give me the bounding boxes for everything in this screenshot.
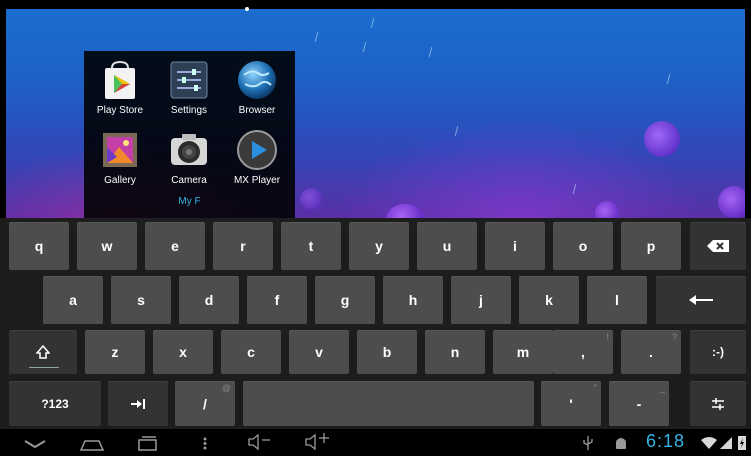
key-l[interactable]: l [587, 276, 647, 324]
key-e[interactable]: e [145, 222, 205, 270]
key-label: ' [569, 395, 573, 412]
key-g[interactable]: g [315, 276, 375, 324]
hide-keyboard-icon[interactable] [24, 439, 46, 449]
app-mx-player[interactable]: MX Player [227, 129, 287, 186]
key-b[interactable]: b [357, 330, 417, 374]
mx-player-icon [236, 129, 278, 171]
app-label: Browser [238, 105, 276, 116]
wallpaper-bubble [386, 204, 424, 218]
key-o[interactable]: o [553, 222, 613, 270]
tab-key[interactable] [108, 381, 168, 426]
home-icon[interactable] [79, 436, 105, 451]
keyboard-settings-key[interactable] [690, 381, 746, 426]
key-label: - [636, 395, 642, 412]
key-label: / [203, 395, 207, 412]
battery-charging-icon [738, 436, 746, 450]
play-store-icon [99, 59, 141, 101]
shift-icon [36, 345, 50, 359]
key-d[interactable]: d [179, 276, 239, 324]
key-comma[interactable]: , ! [553, 330, 613, 374]
page-indicator-dot [245, 7, 249, 11]
volume-down-icon[interactable] [248, 434, 272, 450]
settings-icon [168, 59, 210, 101]
key-hint: _ [659, 383, 665, 393]
key-label: . [649, 344, 653, 360]
key-q[interactable]: q [9, 222, 69, 270]
app-gallery[interactable]: Gallery [90, 129, 150, 186]
wifi-icon [701, 437, 717, 449]
key-hint: @ [221, 383, 231, 393]
tab-icon [131, 398, 145, 409]
key-r[interactable]: r [213, 222, 273, 270]
backspace-key[interactable] [690, 222, 746, 270]
key-c[interactable]: c [221, 330, 281, 374]
app-label: Gallery [104, 175, 136, 186]
app-label: Play Store [96, 105, 144, 116]
key-t[interactable]: t [281, 222, 341, 270]
key-j[interactable]: j [451, 276, 511, 324]
app-play-store[interactable]: Play Store [90, 59, 150, 116]
key-dash[interactable]: - _ [609, 381, 669, 426]
app-browser[interactable]: Browser [227, 59, 287, 116]
enter-key[interactable] [656, 276, 746, 324]
volume-up-icon[interactable] [305, 432, 333, 450]
app-settings[interactable]: Settings [159, 59, 219, 116]
key-slash[interactable]: / @ [175, 381, 235, 426]
wallpaper-bubble [595, 201, 619, 218]
keyboard-settings-icon [712, 397, 724, 410]
key-hint: " [593, 383, 597, 393]
wallpaper-bubble [644, 121, 680, 157]
app-label: Camera [171, 175, 207, 186]
key-s[interactable]: s [111, 276, 171, 324]
key-f[interactable]: f [247, 276, 307, 324]
key-label: , [581, 344, 585, 360]
key-u[interactable]: u [417, 222, 477, 270]
android-debug-icon [616, 438, 626, 449]
key-apostrophe[interactable]: ' " [541, 381, 601, 426]
key-period[interactable]: . ? [621, 330, 681, 374]
key-k[interactable]: k [519, 276, 579, 324]
wallpaper-bubble [300, 188, 322, 210]
symbols-key[interactable]: ?123 [9, 381, 101, 426]
signal-icon [720, 437, 732, 449]
folder-name-label[interactable]: My F [84, 196, 295, 207]
camera-icon [168, 129, 210, 171]
recent-apps-icon[interactable] [136, 435, 158, 451]
app-label: MX Player [233, 175, 281, 186]
smiley-key[interactable]: :-) [690, 330, 746, 374]
browser-icon [236, 59, 278, 101]
menu-icon[interactable] [203, 437, 207, 450]
key-i[interactable]: i [485, 222, 545, 270]
key-hint: ! [606, 332, 609, 342]
key-hint: ? [671, 332, 677, 342]
key-v[interactable]: v [289, 330, 349, 374]
key-x[interactable]: x [153, 330, 213, 374]
app-camera[interactable]: Camera [159, 129, 219, 186]
space-bar[interactable] [243, 381, 534, 426]
app-label: Settings [170, 105, 208, 116]
key-z[interactable]: z [85, 330, 145, 374]
key-w[interactable]: w [77, 222, 137, 270]
backspace-icon [707, 240, 729, 252]
app-folder: Play Store Settings Browser Gallery Came… [84, 51, 295, 218]
key-p[interactable]: p [621, 222, 681, 270]
gallery-icon [99, 129, 141, 171]
key-h[interactable]: h [383, 276, 443, 324]
system-nav-bar [0, 429, 751, 456]
key-y[interactable]: y [349, 222, 409, 270]
key-a[interactable]: a [43, 276, 103, 324]
key-n[interactable]: n [425, 330, 485, 374]
status-clock: 6:18 [646, 431, 686, 451]
enter-icon [689, 295, 713, 305]
key-m[interactable]: m [493, 330, 553, 374]
usb-icon [583, 436, 593, 450]
